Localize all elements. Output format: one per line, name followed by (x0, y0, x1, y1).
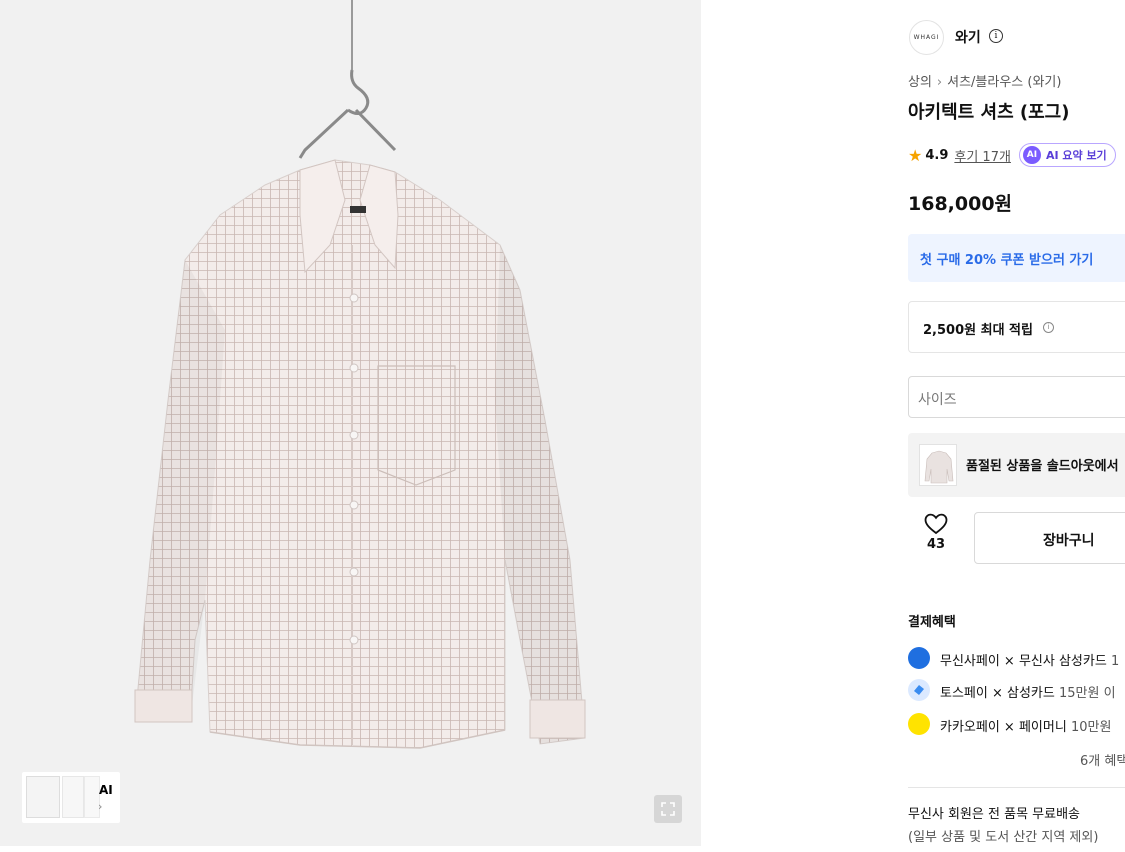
benefit-extra: 10만원 (1066, 720, 1112, 735)
rating-row: ★ 4.9 후기 17개 AI AI 요약 보기 (908, 143, 1116, 167)
product-price: 168,000원 (908, 193, 1013, 215)
info-icon[interactable]: i (1043, 322, 1054, 333)
first-purchase-coupon-banner[interactable]: 첫 구매 20% 쿠폰 받으러 가기 (908, 234, 1125, 282)
more-benefits-link[interactable]: 6개 혜택 (1080, 750, 1125, 769)
rating-value: 4.9 (925, 147, 949, 163)
points-label: 2,500원 최대 적립 (923, 323, 1033, 338)
benefit-extra: 1 (1106, 654, 1120, 669)
benefit-name: 카카오페이 × 페이머니 (940, 720, 1067, 735)
product-title: 아키텍트 셔츠 (포그) (908, 102, 1070, 123)
size-placeholder: 사이즈 (918, 392, 957, 408)
ai-icon: AI (1022, 146, 1041, 164)
free-shipping-text: 무신사 회원은 전 품목 무료배송 (908, 807, 1081, 822)
reviews-link[interactable]: 후기 17개 (954, 146, 1011, 165)
toss-icon (908, 679, 930, 701)
star-icon: ★ (908, 145, 923, 165)
soldout-product-thumbnail (919, 444, 957, 486)
breadcrumb-item-shirts[interactable]: 셔츠/블라우스 (와기) (947, 75, 1061, 90)
breadcrumb-separator: › (936, 75, 943, 90)
product-image-gallery[interactable]: AI › (0, 0, 701, 846)
chevron-right-icon[interactable]: › (98, 800, 102, 813)
free-shipping-note: (일부 상품 및 도서 산간 지역 제외) (908, 830, 1099, 845)
product-info-panel: WHAGI 와기 i 상의 › 셔츠/블라우스 (와기) 아키텍트 셔츠 (포그) … (890, 0, 1125, 852)
heart-icon (924, 513, 948, 535)
benefit-name: 무신사페이 × 무신사 삼성카드 (940, 654, 1107, 669)
payment-benefits-title: 결제혜택 (908, 615, 956, 630)
ai-summary-label: AI 요약 보기 (1045, 149, 1107, 162)
ai-summary-button[interactable]: AI AI 요약 보기 (1018, 143, 1116, 167)
benefit-name: 토스페이 × 삼성카드 (940, 686, 1055, 701)
soldout-label: 품절된 상품을 솔드아웃에서 (966, 459, 1119, 474)
thumbnail-strip[interactable] (22, 772, 120, 823)
like-count: 43 (926, 537, 946, 552)
thumbnail-ai-label[interactable]: AI (99, 783, 113, 797)
breadcrumb: 상의 › 셔츠/블라우스 (와기) (908, 71, 1061, 90)
brand-name[interactable]: 와기 (955, 27, 981, 47)
cart-label: 장바구니 (1043, 533, 1095, 549)
add-to-cart-button[interactable]: 장바구니 (974, 512, 1125, 564)
points-box[interactable]: 2,500원 최대 적립 i (908, 301, 1125, 353)
thumbnail-1[interactable] (26, 776, 60, 818)
like-button[interactable]: 43 (916, 513, 956, 552)
brand-logo[interactable]: WHAGI (909, 20, 944, 55)
benefit-extra: 15만원 이 (1054, 686, 1116, 701)
info-icon[interactable]: i (989, 29, 1003, 43)
soldout-banner[interactable]: 품절된 상품을 솔드아웃에서 (908, 433, 1125, 497)
thumbnail-2[interactable] (62, 776, 84, 818)
expand-icon (661, 802, 675, 816)
divider (908, 787, 1125, 788)
samsung-card-icon (908, 647, 930, 669)
kakaopay-icon (908, 713, 930, 735)
breadcrumb-item-top[interactable]: 상의 (908, 75, 932, 90)
expand-image-button[interactable] (654, 795, 682, 823)
product-main-image (134, 0, 586, 749)
size-select[interactable]: 사이즈 (908, 376, 1125, 418)
coupon-label: 첫 구매 20% 쿠폰 받으러 가기 (920, 253, 1094, 268)
